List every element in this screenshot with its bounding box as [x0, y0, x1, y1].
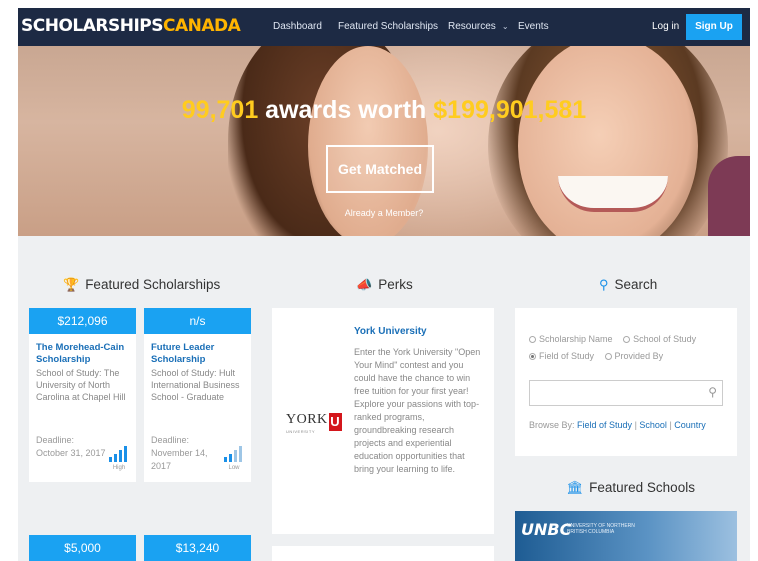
perk-description: Enter the York University "Open Your Min…	[354, 347, 481, 474]
megaphone-icon: 📣	[356, 277, 373, 292]
radio-field-of-study[interactable]: Field of Study	[529, 351, 594, 361]
scholarship-amount: n/s	[144, 308, 251, 334]
featured-school-banner[interactable]: UNBC UNIVERSITY OF NORTHERN BRITISH COLU…	[515, 511, 737, 561]
scholarship-deadline: Deadline: October 31, 2017	[36, 435, 106, 458]
nav-link-featured-scholarships[interactable]: Featured Scholarships	[338, 21, 438, 32]
york-logo-subtitle: UNIVERSITY	[286, 429, 316, 434]
scholarship-card-amount[interactable]: $5,000	[29, 535, 136, 561]
trophy-icon: 🏆	[63, 277, 80, 292]
nav-link-events[interactable]: Events	[518, 21, 549, 32]
signal-bars-icon	[224, 446, 244, 462]
featured-schools-title: Featured Schools	[589, 480, 695, 495]
browse-country-link[interactable]: Country	[674, 420, 706, 430]
browse-field-of-study-link[interactable]: Field of Study	[577, 420, 632, 430]
featured-scholarships-title: Featured Scholarships	[85, 277, 221, 292]
scholarship-school: School of Study: The University of North…	[36, 368, 126, 402]
headline-text: awards worth	[258, 96, 434, 124]
competition-level: Low	[228, 465, 240, 471]
radio-school-of-study[interactable]: School of Study	[623, 334, 696, 344]
logo-text-canada: CANADA	[162, 16, 241, 36]
awards-count: 99,701	[181, 96, 259, 124]
search-heading: ⚲ Search	[599, 277, 657, 293]
featured-schools-heading: 🏛 Featured Schools	[566, 480, 695, 496]
perk-title[interactable]: York University	[354, 326, 427, 337]
awards-amount: $199,901,581	[433, 96, 587, 124]
search-icon: ⚲	[599, 277, 609, 292]
signal-bars-icon	[109, 446, 129, 462]
nav-link-dashboard[interactable]: Dashboard	[273, 21, 322, 32]
perk-card[interactable]: YORK U UNIVERSITY York University Enter t…	[272, 308, 494, 534]
perk-card[interactable]	[272, 546, 494, 561]
logo-text-scholarships: SCHOLARSHIPS	[21, 16, 163, 36]
get-matched-button[interactable]: Get Matched	[326, 145, 434, 193]
perks-heading: 📣 Perks	[356, 277, 413, 293]
featured-scholarships-heading: 🏆 Featured Scholarships	[63, 277, 220, 293]
scholarship-card[interactable]: $212,096 The Morehead-Cain Scholarship S…	[29, 308, 136, 482]
hero-headline: 99,701 awards worth $199,901,581	[18, 96, 750, 125]
chevron-down-icon: ⌄	[501, 22, 509, 31]
login-link[interactable]: Log in	[652, 21, 679, 32]
nav-link-resources-label: Resources	[448, 21, 496, 32]
hero-banner: 99,701 awards worth $199,901,581 Get Mat…	[18, 46, 750, 236]
scholarship-amount: $212,096	[29, 308, 136, 334]
radio-provided-by[interactable]: Provided By	[604, 351, 663, 361]
nav-dropdown-resources[interactable]: Resources ⌄	[448, 21, 509, 32]
site-logo[interactable]: SCHOLARSHIPSCANADA	[21, 16, 241, 36]
perks-title: Perks	[378, 277, 413, 292]
content-section: 🏆 Featured Scholarships $212,096 The More…	[18, 236, 750, 561]
institution-icon: 🏛	[566, 480, 584, 495]
scholarship-name[interactable]: Future Leader Scholarship	[151, 342, 244, 366]
scholarship-card[interactable]: n/s Future Leader Scholarship School of …	[144, 308, 251, 482]
browse-school-link[interactable]: School	[639, 420, 667, 430]
unbc-logo-subtitle: UNIVERSITY OF NORTHERN BRITISH COLUMBIA	[567, 523, 635, 535]
top-nav: SCHOLARSHIPSCANADA Dashboard Featured Sc…	[18, 8, 750, 46]
magnifier-icon[interactable]: ⚲	[708, 385, 717, 399]
unbc-logo: UNBC	[521, 520, 572, 539]
already-member-link[interactable]: Already a Member?	[18, 208, 750, 218]
browse-by: Browse By: Field of Study | School | Cou…	[529, 420, 706, 430]
radio-scholarship-name[interactable]: Scholarship Name	[529, 334, 613, 344]
search-input[interactable]: ⚲	[529, 380, 723, 406]
competition-level: High	[112, 465, 126, 471]
search-title: Search	[614, 277, 658, 292]
scholarship-name[interactable]: The Morehead-Cain Scholarship	[36, 342, 129, 366]
scholarship-school: School of Study: Hult International Busi…	[151, 368, 240, 402]
search-panel: Scholarship Name School of Study Field o…	[515, 308, 737, 456]
signup-button[interactable]: Sign Up	[686, 14, 742, 40]
scholarship-card-amount[interactable]: $13,240	[144, 535, 251, 561]
scholarship-deadline: Deadline: November 14, 2017	[151, 435, 208, 471]
